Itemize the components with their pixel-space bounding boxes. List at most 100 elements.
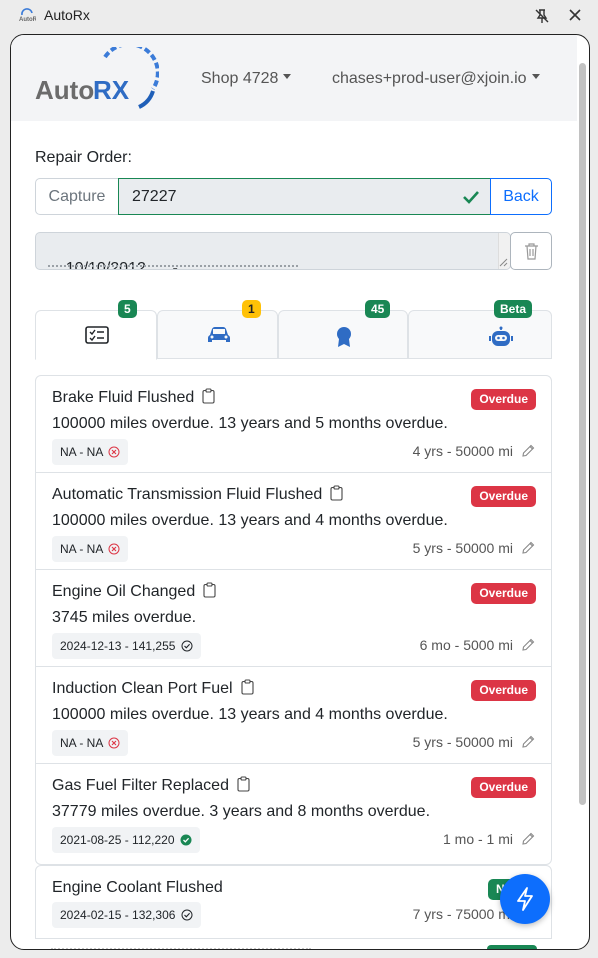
quick-action-button[interactable] <box>500 874 550 924</box>
back-button[interactable]: Back <box>490 178 552 215</box>
last-service-tag: NA - NA <box>52 536 129 562</box>
x-circle-icon <box>108 737 120 749</box>
last-service-tag: 2024-02-15 - 132,306 <box>52 902 201 928</box>
valid-check-icon <box>463 191 479 204</box>
x-circle-icon <box>108 446 120 458</box>
service-title: Induction Clean Port Fuel <box>52 679 254 698</box>
service-title: Gas Fuel Filter Replaced <box>52 776 250 795</box>
pencil-icon[interactable] <box>521 444 535 458</box>
unpin-icon[interactable] <box>533 7 551 25</box>
status-badge: Overdue <box>471 583 536 604</box>
service-overdue-text: 3745 miles overdue. <box>52 609 197 626</box>
repair-order-input[interactable]: 27227 <box>118 178 491 215</box>
tab-ai-assistant[interactable]: Beta <box>408 300 552 359</box>
last-service-text: NA - NA <box>60 542 103 556</box>
check-circle-icon <box>181 909 193 921</box>
vehicle-info-overflow <box>48 265 298 269</box>
user-dropdown[interactable]: chases+prod-user@xjoin.io <box>332 70 540 88</box>
service-title-text: Engine Oil Changed <box>52 583 196 600</box>
partial-item-text <box>51 948 311 949</box>
service-title: Engine Coolant Flushed <box>52 879 223 896</box>
clipboard-icon[interactable] <box>330 485 343 501</box>
service-interval: 7 yrs - 75000 mi <box>412 906 513 922</box>
service-overdue-text: 100000 miles overdue. 13 years and 4 mon… <box>52 706 448 723</box>
repair-order-label: Repair Order: <box>35 149 132 166</box>
autorx-logo[interactable]: Auto RX <box>35 47 159 111</box>
service-title-text: Gas Fuel Filter Replaced <box>52 777 229 794</box>
status-badge: Overdue <box>471 777 536 798</box>
check-circle-icon <box>181 640 193 652</box>
close-icon[interactable] <box>566 6 584 24</box>
service-overdue-text: 100000 miles overdue. 13 years and 5 mon… <box>52 415 448 432</box>
service-list: Brake Fluid Flushed Overdue 100000 miles o… <box>35 375 552 865</box>
status-badge: Overdue <box>471 389 536 410</box>
window-titlebar: AutoRx AutoRx <box>0 0 598 32</box>
robot-icon <box>489 326 513 346</box>
clipboard-icon[interactable] <box>240 679 254 695</box>
svg-text:Auto: Auto <box>35 75 94 105</box>
last-service-text: NA - NA <box>60 736 103 750</box>
clipboard-icon[interactable] <box>237 776 250 792</box>
tab-services[interactable]: 5 <box>35 300 157 360</box>
service-title: Brake Fluid Flushed <box>52 388 215 407</box>
service-overdue-text: 37779 miles overdue. 3 years and 8 month… <box>52 803 431 820</box>
app-logo-icon: AutoRx <box>19 8 36 23</box>
car-icon <box>208 327 230 342</box>
svg-text:RX: RX <box>93 75 130 105</box>
repair-order-value: 27227 <box>132 188 177 205</box>
shop-dropdown[interactable]: Shop 4728 <box>201 70 292 88</box>
pencil-icon[interactable] <box>521 832 535 846</box>
list-item[interactable]: Automatic Transmission Fluid Flushed Over… <box>36 473 551 570</box>
last-service-tag: NA - NA <box>52 439 129 465</box>
lightning-icon <box>517 887 533 911</box>
window-title: AutoRx <box>44 7 90 23</box>
award-icon <box>337 327 351 347</box>
service-interval: 1 mo - 1 mi <box>442 831 513 847</box>
last-service-text: 2024-12-13 - 141,255 <box>60 639 176 653</box>
tab-recommendations[interactable]: 45 <box>278 300 408 359</box>
last-service-tag: NA - NA <box>52 730 129 756</box>
pencil-icon[interactable] <box>521 541 535 555</box>
tab-badge: Beta <box>494 300 533 318</box>
tab-badge: 5 <box>118 300 137 318</box>
list-item[interactable]: Induction Clean Port Fuel Overdue 100000 m… <box>36 667 551 764</box>
last-service-text: NA - NA <box>60 445 103 459</box>
service-title: Automatic Transmission Fluid Flushed <box>52 485 343 504</box>
checklist-icon <box>85 326 109 344</box>
page-scrollbar[interactable] <box>579 63 586 805</box>
svg-text:AutoRx: AutoRx <box>19 17 36 23</box>
tab-badge: 45 <box>365 300 391 318</box>
vehicle-info-textarea[interactable]: 10/10/2012 - <box>35 232 511 270</box>
list-item[interactable]: Engine Oil Changed Overdue 3745 miles over… <box>36 570 551 667</box>
list-item[interactable]: Brake Fluid Flushed Overdue 100000 miles o… <box>36 376 551 473</box>
last-service-tag: 2021-08-25 - 112,220 <box>52 827 200 853</box>
status-badge: Overdue <box>471 680 536 701</box>
service-interval: 6 mo - 5000 mi <box>419 637 513 653</box>
trash-icon <box>525 243 538 260</box>
app-window: Auto RX Shop 4728 chases+prod-user@xjoin… <box>10 34 590 950</box>
last-service-text: 2024-02-15 - 132,306 <box>60 908 176 922</box>
service-title-text: Automatic Transmission Fluid Flushed <box>52 486 323 503</box>
pencil-icon[interactable] <box>521 735 535 749</box>
service-interval: 5 yrs - 50000 mi <box>412 734 513 750</box>
check-circle-filled-icon <box>180 834 192 846</box>
service-overdue-text: 100000 miles overdue. 13 years and 4 mon… <box>52 512 448 529</box>
shop-dropdown-label: Shop 4728 <box>201 70 279 87</box>
service-interval: 4 yrs - 50000 mi <box>412 443 513 459</box>
tab-vehicle[interactable]: 1 <box>157 300 278 359</box>
clear-vehicle-button[interactable] <box>510 232 552 270</box>
resize-handle-icon[interactable] <box>498 257 508 267</box>
list-item[interactable]: Gas Fuel Filter Replaced Overdue 37779 mil… <box>36 764 551 861</box>
caret-down-icon <box>531 74 540 80</box>
pencil-icon[interactable] <box>521 638 535 652</box>
clipboard-icon[interactable] <box>202 388 215 404</box>
service-title: Engine Oil Changed <box>52 582 216 601</box>
user-dropdown-label: chases+prod-user@xjoin.io <box>332 70 527 87</box>
capture-button[interactable]: Capture <box>35 178 119 215</box>
service-title-text: Induction Clean Port Fuel <box>52 680 233 697</box>
last-service-tag: 2024-12-13 - 141,255 <box>52 633 201 659</box>
clipboard-icon[interactable] <box>203 582 216 598</box>
service-interval: 5 yrs - 50000 mi <box>412 540 513 556</box>
navbar: Auto RX Shop 4728 chases+prod-user@xjoin… <box>11 35 577 121</box>
x-circle-icon <box>108 543 120 555</box>
